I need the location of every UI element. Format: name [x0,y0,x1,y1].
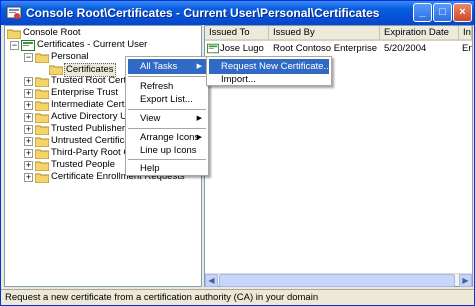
certificate-icon [21,40,35,51]
folder-icon [35,173,49,183]
tree-item-certificates-current-user[interactable]: Certificates - Current User [21,39,148,51]
window-title: Console Root\Certificates - Current User… [26,6,380,20]
menu-separator [128,109,206,110]
folder-icon [35,89,49,99]
scroll-right-icon[interactable]: ▶ [459,274,472,287]
certificate-icon [207,43,219,54]
menu-item-view[interactable]: View ▶ [128,111,206,126]
status-bar: Request a new certificate from a certifi… [1,289,474,305]
collapse-toggle[interactable]: − [10,41,19,50]
expand-toggle[interactable]: + [24,161,33,170]
folder-icon [35,113,49,123]
maximize-button[interactable]: □ [433,3,452,22]
folder-icon [35,149,49,159]
menu-separator [128,159,206,160]
tree-item-label: Personal [51,51,89,62]
horizontal-scrollbar[interactable]: ◀ ▶ [205,273,472,287]
tree-item-label: Certificates - Current User [37,39,148,50]
tree-item-console-root[interactable]: Console Root [7,27,82,39]
folder-icon [35,77,49,87]
cell-expiration: 5/20/2004 [384,43,427,54]
tree-item-label: Trusted Publishers [51,123,130,134]
tree-item-trusted-people[interactable]: Trusted People [35,159,116,171]
menu-item-label: View [140,113,161,124]
tree-item-certificates[interactable]: Certificates [49,63,116,77]
submenu-arrow-icon: ▶ [196,63,202,70]
menu-separator [128,128,206,129]
tree-item-personal[interactable]: Personal [35,51,90,63]
menu-item-all-tasks[interactable]: All Tasks ▶ [128,59,206,74]
cell-intended-purposes: En [462,43,472,54]
folder-open-icon [35,53,49,63]
tree-item-trusted-publishers[interactable]: Trusted Publishers [35,123,131,135]
folder-icon [35,161,49,171]
folder-open-icon [49,65,63,75]
menu-item-help[interactable]: Help [128,161,206,176]
mmc-window: Console Root\Certificates - Current User… [0,0,475,306]
menu-item-label: All Tasks [140,61,178,72]
menu-item-line-up-icons[interactable]: Line up Icons [128,143,206,158]
expand-toggle[interactable]: + [24,149,33,158]
folder-icon [7,29,21,39]
submenu-arrow-icon: ▶ [196,115,202,122]
tree-item-enterprise-trust[interactable]: Enterprise Trust [35,87,119,99]
tree-item-label: Enterprise Trust [51,87,119,98]
scrollbar-thumb[interactable] [219,274,455,287]
expand-toggle[interactable]: + [24,137,33,146]
menu-item-import[interactable]: Import... [209,72,329,87]
folder-icon [35,101,49,111]
menu-item-label: Arrange Icons [140,132,200,143]
table-row[interactable]: Jose Lugo Root Contoso Enterprise CA 5/2… [205,26,472,58]
expand-toggle[interactable]: + [24,173,33,182]
expand-toggle[interactable]: + [24,125,33,134]
close-button[interactable]: × [453,3,472,22]
folder-icon [35,125,49,135]
cell-issued-to: Jose Lugo [220,43,264,54]
minimize-button[interactable]: _ [413,3,432,22]
folder-icon [35,137,49,147]
expand-toggle[interactable]: + [24,77,33,86]
certificate-console-icon [6,6,22,19]
expand-toggle[interactable]: + [24,113,33,122]
collapse-toggle[interactable]: − [24,53,33,62]
tree-item-label: Trusted People [51,159,116,170]
menu-item-export-list[interactable]: Export List... [128,92,206,107]
all-tasks-submenu: Request New Certificate... Import... [206,56,332,86]
scroll-left-icon[interactable]: ◀ [205,274,218,287]
expand-toggle[interactable]: + [24,101,33,110]
context-menu: All Tasks ▶ Refresh Export List... View … [125,56,209,176]
tree-item-label: Console Root [23,27,81,38]
title-bar[interactable]: Console Root\Certificates - Current User… [1,1,474,25]
cell-issued-by: Root Contoso Enterprise CA [273,43,379,54]
expand-toggle[interactable]: + [24,89,33,98]
menu-separator [128,76,206,77]
